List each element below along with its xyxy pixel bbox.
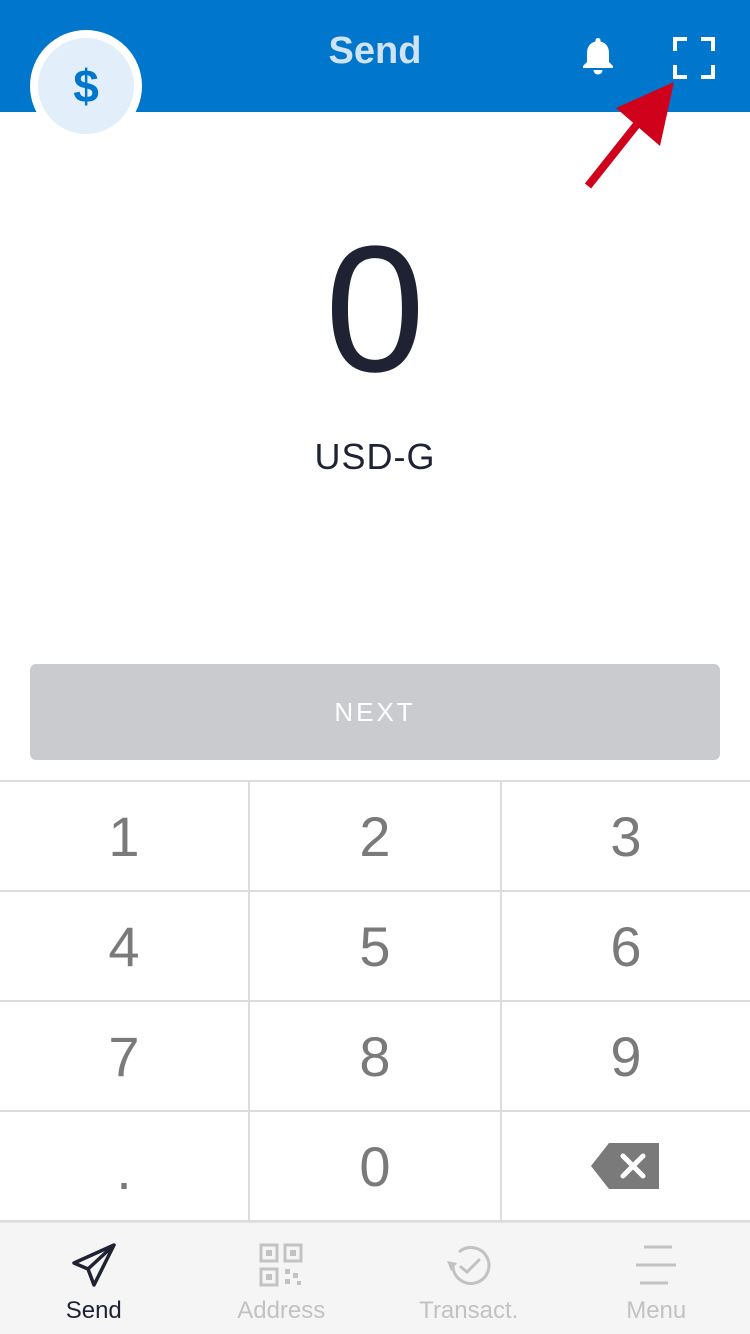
key-2[interactable]: 2 [250,782,502,892]
key-4[interactable]: 4 [0,892,250,1002]
key-5[interactable]: 5 [250,892,502,1002]
key-1[interactable]: 1 [0,782,250,892]
nav-menu[interactable]: Menu [563,1223,750,1334]
key-9[interactable]: 9 [502,1002,750,1112]
key-6[interactable]: 6 [502,892,750,1002]
nav-send[interactable]: Send [0,1223,188,1334]
send-screen: Send $ 0 USD-G NEXT 1 2 3 4 5 6 7 8 9 . … [0,0,750,1334]
qr-code-icon [259,1243,303,1287]
account-avatar[interactable]: $ [30,30,142,142]
send-icon [72,1243,116,1287]
key-7[interactable]: 7 [0,1002,250,1112]
bell-icon[interactable] [576,34,620,78]
nav-address[interactable]: Address [188,1223,376,1334]
menu-icon [636,1245,677,1285]
amount-display: 0 [324,209,426,410]
nav-transactions[interactable]: Transact. [375,1223,563,1334]
scan-icon[interactable] [672,36,716,80]
key-0[interactable]: 0 [250,1112,502,1222]
annotation-arrow [584,82,674,189]
numeric-keypad: 1 2 3 4 5 6 7 8 9 . 0 [0,780,750,1222]
key-decimal[interactable]: . [0,1112,250,1222]
next-button[interactable]: NEXT [30,664,720,760]
currency-label[interactable]: USD-G [0,436,750,478]
bottom-nav: Send Address Transact. Menu [0,1222,750,1334]
nav-address-label: Address [237,1297,326,1324]
nav-transactions-label: Transact. [419,1297,519,1324]
key-3[interactable]: 3 [502,782,750,892]
nav-menu-label: Menu [626,1297,687,1324]
nav-send-label: Send [65,1297,122,1324]
backspace-icon [591,1143,659,1189]
backspace-key[interactable] [502,1112,750,1222]
dollar-icon: $ [38,38,134,134]
key-8[interactable]: 8 [250,1002,502,1112]
history-icon [446,1245,491,1285]
